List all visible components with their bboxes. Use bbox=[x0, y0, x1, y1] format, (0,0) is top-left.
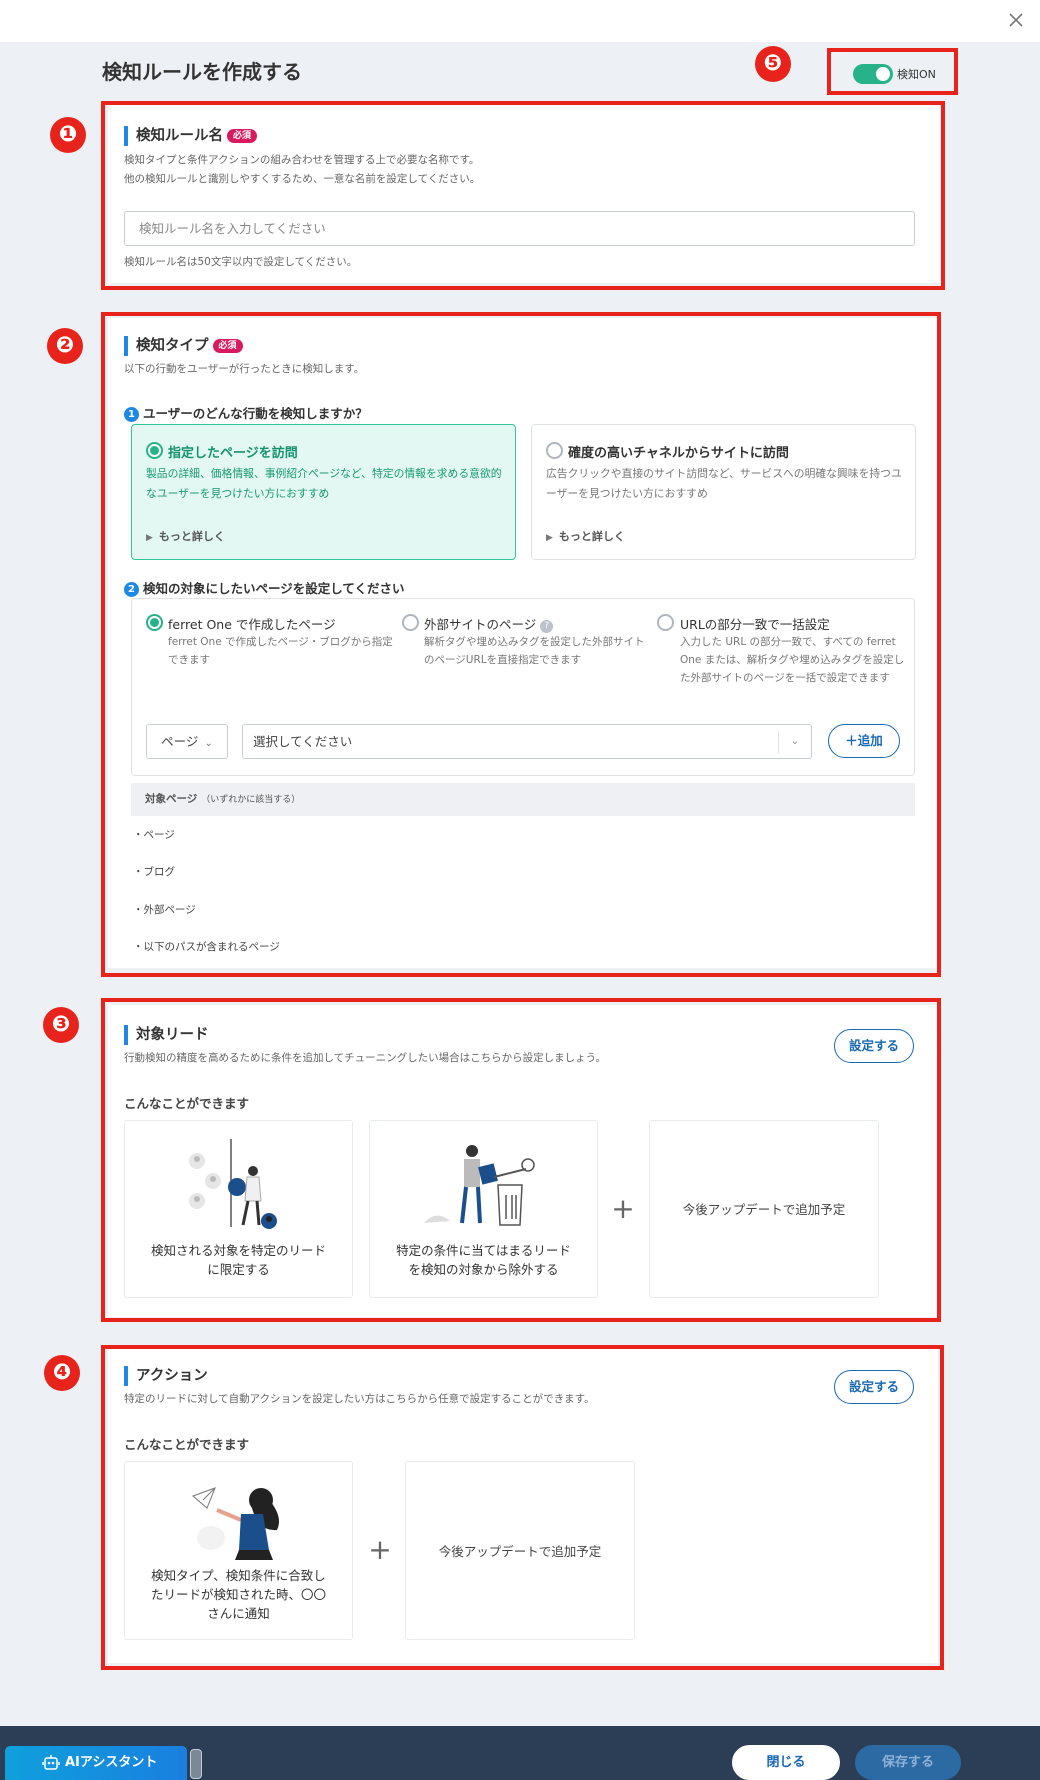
action-can-do: こんなことができます bbox=[124, 1437, 250, 1452]
radio-ferret-one-page[interactable] bbox=[146, 614, 163, 631]
target-lead-set-button[interactable]: 設定する bbox=[834, 1029, 914, 1063]
radio-visit-page[interactable] bbox=[146, 442, 163, 459]
add-page-button[interactable]: ＋追加 bbox=[828, 724, 900, 758]
annotation-marker-4: ❹ bbox=[44, 1355, 80, 1391]
external-page-title: 外部サイトのページ? bbox=[424, 614, 554, 633]
action-set-button[interactable]: 設定する bbox=[834, 1370, 914, 1404]
tile-future-update: 今後アップデートで追加予定 bbox=[649, 1120, 879, 1298]
triangle-right-icon: ▶ bbox=[146, 533, 153, 543]
tile-limit-leads-text-1: 検知される対象を特定のリード bbox=[150, 1243, 326, 1258]
option-visit-page[interactable]: 指定したページを訪問 製品の詳細、価格情報、事例紹介ページなど、特定の情報を求め… bbox=[131, 424, 516, 560]
robot-icon bbox=[42, 1755, 60, 1770]
step-number-1: 1 bbox=[124, 407, 139, 422]
ai-assistant-button[interactable]: AIアシスタント bbox=[5, 1746, 187, 1780]
target-pages-header: 対象ページ （いずれかに該当する） bbox=[131, 783, 915, 816]
help-icon[interactable]: ? bbox=[540, 620, 554, 633]
limit-leads-illustration bbox=[189, 1139, 277, 1229]
target-page-item: ・ページ bbox=[133, 829, 175, 841]
tile-notify-text-1: 検知タイプ、検知条件に合致し bbox=[151, 1568, 326, 1583]
target-page-item: ・以下のパスが含まれるページ bbox=[133, 941, 280, 953]
target-page-item: ・ブログ bbox=[133, 866, 175, 878]
drag-handle[interactable] bbox=[190, 1749, 202, 1779]
tile-notify-text-3: さんに通知 bbox=[207, 1606, 270, 1621]
future-update-text: 今後アップデートで追加予定 bbox=[682, 1202, 846, 1217]
rule-name-hint: 検知ルール名は50文字以内で設定してください。 bbox=[124, 256, 358, 268]
step-number-2: 2 bbox=[124, 582, 139, 597]
tile-notify[interactable]: 検知タイプ、検知条件に合致し たリードが検知された時、〇〇 さんに通知 bbox=[124, 1461, 353, 1640]
annotation-marker-2: ❷ bbox=[47, 328, 83, 364]
detect-type-desc: 以下の行動をユーザーが行ったときに検知します。 bbox=[124, 363, 365, 375]
page-target-box: ferret One で作成したページ ferret One で作成したページ・… bbox=[131, 598, 915, 776]
option-channel-visit[interactable]: 確度の高いチャネルからサイトに訪問 広告クリックや直接のサイト訪問など、サービス… bbox=[531, 424, 916, 560]
rule-name-title: 検知ルール名 必須 bbox=[124, 126, 258, 146]
external-page-desc: 解析タグや埋め込みタグを設定した外部サイトのページURLを直接指定できます bbox=[424, 636, 645, 666]
question-1: 1 ユーザーのどんな行動を検知しますか？ bbox=[124, 403, 368, 422]
target-lead-title: 対象リード bbox=[124, 1025, 209, 1045]
future-update-text: 今後アップデートで追加予定 bbox=[438, 1544, 602, 1559]
chevron-down-icon: ⌄ bbox=[778, 731, 811, 753]
option-channel-visit-title: 確度の高いチャネルからサイトに訪問 bbox=[568, 446, 789, 461]
action-desc: 特定のリードに対して自動アクションを設定したい方はこちらから任意で設定することが… bbox=[124, 1393, 595, 1405]
tile-limit-leads-text-2: に限定する bbox=[207, 1262, 270, 1277]
chevron-down-icon: ⌄ bbox=[204, 738, 213, 749]
close-button[interactable]: 閉じる bbox=[732, 1745, 840, 1780]
tile-future-update: 今後アップデートで追加予定 bbox=[405, 1461, 635, 1640]
page-type-select[interactable]: ページ ⌄ bbox=[146, 724, 228, 759]
rule-name-desc-2: 他の検知ルールと識別しやすくするため、一意な名前を設定してください。 bbox=[124, 173, 481, 185]
annotation-marker-1: ❶ bbox=[50, 117, 86, 153]
triangle-right-icon: ▶ bbox=[546, 533, 553, 543]
annotation-box-5 bbox=[827, 48, 958, 95]
ferret-one-page-desc: ferret One で作成したページ・ブログから指定できます bbox=[168, 636, 393, 666]
option-visit-page-desc: 製品の詳細、価格情報、事例紹介ページなど、特定の情報を求める意欲的なユーザーを見… bbox=[146, 467, 502, 500]
tile-exclude-leads[interactable]: 特定の条件に当てはまるリード を検知の対象から除外する bbox=[369, 1120, 598, 1298]
plus-icon: + bbox=[368, 1533, 392, 1566]
tile-notify-text-2: たリードが検知された時、〇〇 bbox=[150, 1587, 326, 1602]
exclude-leads-illustration bbox=[424, 1145, 535, 1226]
url-partial-desc: 入力した URL の部分一致で、すべての ferret One または、解析タグ… bbox=[680, 636, 905, 684]
detect-type-title: 検知タイプ 必須 bbox=[124, 336, 243, 356]
page-select[interactable]: 選択してください ⌄ bbox=[242, 724, 812, 759]
page-title: 検知ルールを作成する bbox=[102, 60, 302, 84]
tile-exclude-leads-text-2: を検知の対象から除外する bbox=[408, 1262, 559, 1277]
required-badge: 必須 bbox=[212, 339, 243, 353]
close-icon[interactable] bbox=[1004, 8, 1028, 32]
url-partial-title: URLの部分一致で一括設定 bbox=[680, 617, 830, 632]
action-title: アクション bbox=[124, 1366, 208, 1386]
notify-illustration bbox=[192, 1487, 279, 1560]
rule-name-desc-1: 検知タイプと条件アクションの組み合わせを管理する上で必要な名称です。 bbox=[124, 154, 480, 166]
target-lead-can-do: こんなことができます bbox=[124, 1096, 250, 1111]
annotation-marker-3: ❸ bbox=[43, 1007, 79, 1043]
plus-icon: + bbox=[611, 1192, 635, 1225]
annotation-marker-5: ❺ bbox=[755, 46, 791, 82]
radio-url-partial[interactable] bbox=[657, 614, 674, 631]
ferret-one-page-title: ferret One で作成したページ bbox=[168, 617, 336, 632]
option-channel-visit-desc: 広告クリックや直接のサイト訪問など、サービスへの明確な興味を持つユーザーを見つけ… bbox=[546, 467, 902, 500]
radio-channel-visit[interactable] bbox=[546, 442, 563, 459]
tile-limit-leads[interactable]: 検知される対象を特定のリード に限定する bbox=[124, 1120, 353, 1298]
more-link-channel-visit[interactable]: ▶ もっと詳しく bbox=[546, 528, 625, 544]
target-lead-desc: 行動検知の精度を高めるために条件を追加してチューニングしたい場合はこちらから設定… bbox=[124, 1052, 607, 1064]
rule-name-input[interactable]: 検知ルール名を入力してください bbox=[124, 211, 915, 246]
more-link-visit-page[interactable]: ▶ もっと詳しく bbox=[146, 528, 225, 544]
top-bar bbox=[0, 0, 1040, 42]
required-badge: 必須 bbox=[227, 129, 258, 143]
radio-external-page[interactable] bbox=[402, 614, 419, 631]
target-page-item: ・外部ページ bbox=[133, 904, 196, 916]
tile-exclude-leads-text-1: 特定の条件に当てはまるリード bbox=[396, 1243, 571, 1258]
option-visit-page-title: 指定したページを訪問 bbox=[168, 446, 298, 461]
save-button[interactable]: 保存する bbox=[855, 1745, 961, 1780]
question-2: 2 検知の対象にしたいページを設定してください bbox=[124, 578, 405, 597]
